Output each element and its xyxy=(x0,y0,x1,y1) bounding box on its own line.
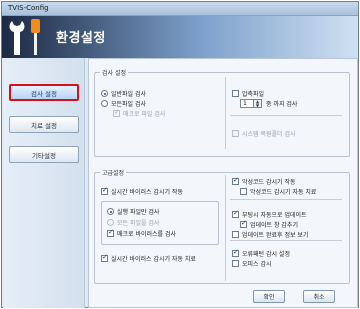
malcode-auto-checkbox[interactable] xyxy=(240,188,247,195)
scan-settings-title: 검사 설정 xyxy=(100,68,128,77)
execute-only-option[interactable]: 실행 파일만 검사 xyxy=(107,207,159,216)
malcode-auto-option[interactable]: 악성코드 감시기 자동 치료 xyxy=(240,187,316,196)
realtime-option[interactable]: 실시간 바이러스 감시기 작동 xyxy=(101,186,183,196)
header-banner: 환경설정 xyxy=(2,16,358,58)
compressed-label: 압축파일 xyxy=(242,91,265,98)
sidebar-item-other-settings[interactable]: 기타설정 xyxy=(9,146,79,163)
realtime-subgroup: 실행 파일만 검사 모든 파일을 검사 매크로 바이러스를 검사 xyxy=(101,201,219,245)
advanced-settings-title: 고급설정 xyxy=(100,168,127,177)
system-restore-checkbox[interactable] xyxy=(232,130,239,137)
normal-scan-label: 일반파일 검사 xyxy=(111,91,147,98)
normal-scan-radio[interactable] xyxy=(101,90,108,97)
error-watch-label: 오류패턴 감시 설정 xyxy=(242,251,290,258)
system-restore-option[interactable]: 시스템 복원폴더 검사 xyxy=(232,129,296,138)
update-done-info-checkbox[interactable] xyxy=(232,231,239,238)
realtime-auto-treat-option[interactable]: 실시간 바이러스 감시기 자동 치료 xyxy=(101,253,196,263)
all-scan-radio[interactable] xyxy=(107,219,114,226)
error-watch-checkbox[interactable] xyxy=(232,248,239,257)
update-notify-option[interactable]: 업데이트 창 감추기 xyxy=(240,219,298,229)
boot-update-option[interactable]: 부팅시 자동으로 업데이트 xyxy=(232,209,307,219)
malcode-auto-label: 악성코드 감시기 자동 치료 xyxy=(250,189,317,196)
window-title: TVIS-Config xyxy=(8,4,49,12)
settings-panel: 검사 설정 일반파일 검사 모든파일 검사 매크로 파일 검사 압축파일 1 xyxy=(88,58,358,308)
macro-file-label: 매크로 파일 검사 xyxy=(123,111,166,118)
realtime-auto-treat-checkbox[interactable] xyxy=(101,253,108,262)
update-notify-label: 업데이트 창 감추기 xyxy=(250,222,298,229)
all-scan-option[interactable]: 모든 파일을 검사 xyxy=(107,218,159,227)
macro-virus-checkbox[interactable] xyxy=(107,228,114,237)
realtime-checkbox[interactable] xyxy=(101,186,108,195)
malcode-watch-checkbox[interactable] xyxy=(232,176,239,185)
cancel-button[interactable]: 취소 xyxy=(303,290,335,303)
boot-update-checkbox[interactable] xyxy=(232,209,239,218)
error-watch-option[interactable]: 오류패턴 감시 설정 xyxy=(232,248,290,258)
depth-row: 1 ▲ ▼ 중 까지 검사 xyxy=(240,99,297,108)
down-arrow-icon[interactable]: ▼ xyxy=(256,103,259,108)
config-window: TVIS-Config 환경설정 검사 설정 치료 설정 기타설정 검사 설정 xyxy=(1,1,359,308)
tools-icon xyxy=(9,19,40,55)
compressed-checkbox[interactable] xyxy=(232,90,239,97)
depth-arrows[interactable]: ▲ ▼ xyxy=(254,99,262,108)
boot-update-label: 부팅시 자동으로 업데이트 xyxy=(242,212,307,219)
malcode-watch-label: 악성코드 감시기 작동 xyxy=(242,179,296,186)
update-done-info-label: 업데이트 완료후 정보 보기 xyxy=(242,232,309,239)
sidebar-item-label: 기타설정 xyxy=(32,151,56,160)
sidebar-item-scan-settings[interactable]: 검사 설정 xyxy=(9,84,79,101)
depth-value[interactable]: 1 xyxy=(240,99,254,108)
normal-scan-option[interactable]: 일반파일 검사 xyxy=(101,89,146,98)
remote-watch-option[interactable]: 오피스 감시 xyxy=(232,259,272,268)
sidebar-item-label: 치료 설정 xyxy=(31,121,57,130)
macro-virus-label: 매크로 바이러스를 검사 xyxy=(117,231,177,238)
all-files-label: 모든파일 검사 xyxy=(111,101,147,108)
title-bar: TVIS-Config xyxy=(2,2,358,16)
page-heading: 환경설정 xyxy=(56,31,106,46)
remote-watch-checkbox[interactable] xyxy=(232,260,239,267)
scan-settings-group: 검사 설정 일반파일 검사 모든파일 검사 매크로 파일 검사 압축파일 1 xyxy=(94,68,350,157)
update-notify-checkbox[interactable] xyxy=(240,219,247,228)
realtime-auto-treat-label: 실시간 바이러스 감시기 자동 치료 xyxy=(111,256,196,263)
sidebar: 검사 설정 치료 설정 기타설정 xyxy=(3,58,85,308)
macro-file-option[interactable]: 매크로 파일 검사 xyxy=(113,108,166,118)
compressed-option[interactable]: 압축파일 xyxy=(232,89,264,98)
macro-file-checkbox[interactable] xyxy=(113,108,120,117)
ok-button[interactable]: 확인 xyxy=(253,290,285,303)
all-files-option[interactable]: 모든파일 검사 xyxy=(101,99,146,108)
advanced-settings-group: 고급설정 실시간 바이러스 감시기 작동 실행 파일만 검사 모든 파일을 검사… xyxy=(94,168,350,284)
macro-virus-option[interactable]: 매크로 바이러스를 검사 xyxy=(107,228,177,238)
execute-only-label: 실행 파일만 검사 xyxy=(117,209,160,216)
execute-only-radio[interactable] xyxy=(107,208,114,215)
update-done-info-option[interactable]: 업데이트 완료후 정보 보기 xyxy=(232,230,308,239)
depth-suffix: 중 까지 검사 xyxy=(266,101,298,108)
sidebar-item-treatment-settings[interactable]: 치료 설정 xyxy=(9,116,79,133)
depth-stepper[interactable]: 1 ▲ ▼ xyxy=(240,99,262,108)
malcode-watch-option[interactable]: 악성코드 감시기 작동 xyxy=(232,176,296,186)
sidebar-item-label: 검사 설정 xyxy=(31,89,57,98)
all-files-radio[interactable] xyxy=(101,100,108,107)
realtime-label: 실시간 바이러스 감시기 작동 xyxy=(111,189,183,196)
remote-watch-label: 오피스 감시 xyxy=(242,261,272,268)
all-scan-label: 모든 파일을 검사 xyxy=(117,220,160,227)
system-restore-label: 시스템 복원폴더 검사 xyxy=(242,131,296,138)
